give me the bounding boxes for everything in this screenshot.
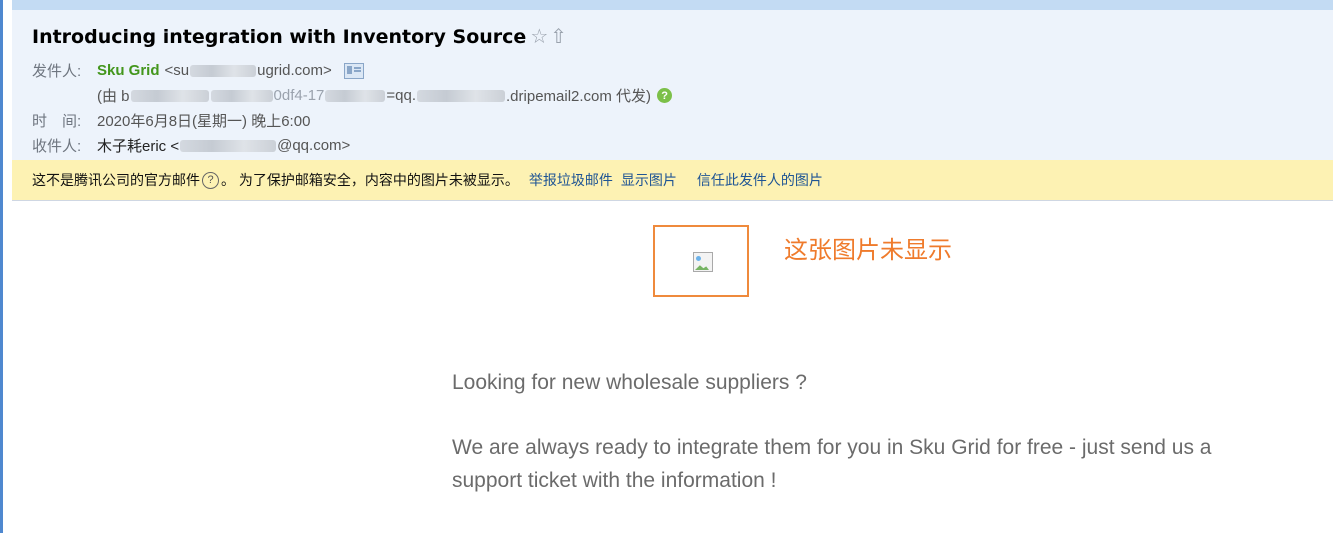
email-subject: Introducing integration with Inventory S…	[32, 26, 527, 48]
report-spam-link[interactable]: 举报垃圾邮件	[529, 170, 613, 190]
on-behalf-prefix: (由 b	[97, 88, 130, 105]
question-icon[interactable]: ?	[657, 88, 673, 103]
recipient-email-suffix: @qq.com>	[277, 137, 351, 154]
subject-row: Introducing integration with Inventory S…	[32, 26, 567, 48]
broken-image-icon[interactable]	[693, 252, 713, 272]
sender-email-suffix: ugrid.com>	[257, 62, 332, 79]
time-value: 2020年6月8日(星期一) 晚上6:00	[97, 113, 311, 130]
question-circle-icon[interactable]: ?	[202, 171, 219, 189]
show-images-link[interactable]: 显示图片	[621, 170, 677, 190]
contact-card-icon[interactable]	[343, 62, 364, 79]
broken-image-highlight	[653, 225, 749, 297]
from-row: 发件人: Sku Grid <su ugrid.com>	[32, 60, 364, 81]
redacted-id-3	[325, 89, 386, 102]
star-icon[interactable]: ☆	[530, 27, 548, 47]
recipient-name: 木子耗eric <	[97, 138, 180, 155]
email-header: Introducing integration with Inventory S…	[12, 10, 1333, 160]
on-behalf-mid: =qq.	[386, 87, 417, 104]
on-behalf-middle: 0df4-17	[273, 87, 325, 104]
warning-text-1: 这不是腾讯公司的官方邮件	[32, 172, 200, 188]
time-label: 时 间:	[32, 113, 82, 130]
image-warning-bar: 这不是腾讯公司的官方邮件 ? 。 为了保护邮箱安全，内容中的图片未被显示。 举报…	[12, 160, 1333, 201]
to-row: 收件人: 木子耗eric < @qq.com>	[32, 135, 350, 156]
redacted-email	[190, 64, 257, 77]
redacted-id	[130, 89, 209, 102]
redacted-domain	[417, 89, 506, 102]
on-behalf-suffix: .dripemail2.com 代发)	[506, 88, 652, 105]
sender-name[interactable]: Sku Grid	[97, 62, 160, 79]
top-strip	[12, 0, 1333, 10]
from-label: 发件人:	[32, 63, 82, 80]
on-behalf-row: (由 b 0df4-17 =qq. .dripemail2.com 代发) ?	[97, 85, 673, 106]
left-border	[0, 0, 3, 533]
warning-text-2: 。 为了保护邮箱安全，内容中的图片未被显示。	[221, 172, 519, 188]
to-label: 收件人:	[32, 138, 82, 155]
time-row: 时 间: 2020年6月8日(星期一) 晚上6:00	[32, 110, 310, 131]
image-not-shown-note: 这张图片未显示	[784, 236, 952, 264]
redacted-id-2	[210, 89, 273, 102]
sender-email-prefix: <su	[164, 62, 190, 79]
up-arrow-icon[interactable]: ⇧	[550, 27, 567, 47]
trust-sender-link[interactable]: 信任此发件人的图片	[697, 170, 823, 190]
redacted-recipient	[180, 139, 277, 152]
body-paragraph-1: Looking for new wholesale suppliers ?	[452, 371, 807, 394]
body-paragraph-2: We are always ready to integrate them fo…	[452, 436, 1212, 492]
